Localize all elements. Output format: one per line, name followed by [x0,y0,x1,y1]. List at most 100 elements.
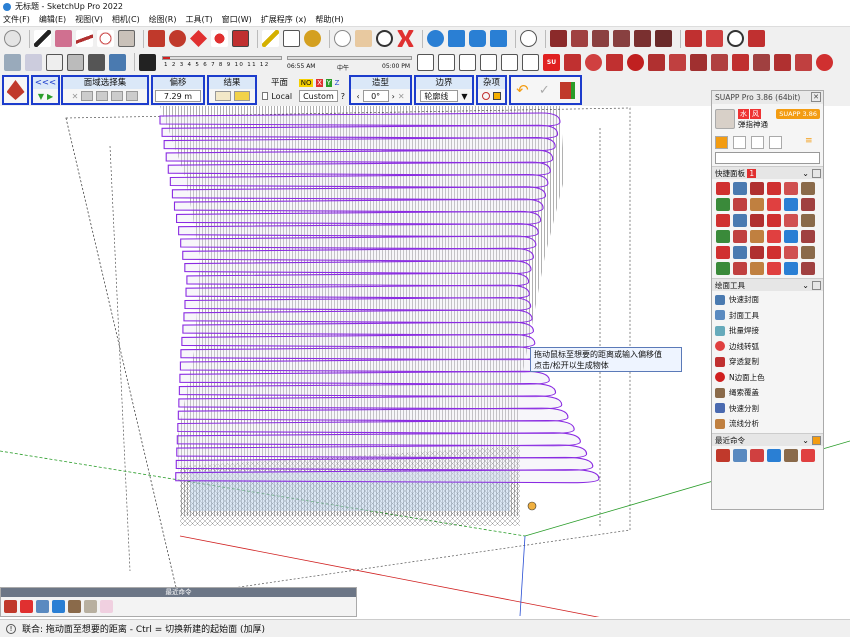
suapp-plugin-icon[interactable] [606,53,623,71]
plane-custom-button[interactable]: Custom [299,90,338,102]
magnet-icon[interactable] [627,53,644,71]
menu-help[interactable]: 帮助(H) [315,14,343,25]
arc-icon[interactable] [97,30,114,47]
shadows-icon[interactable] [139,53,156,71]
recent-rope-icon[interactable] [68,600,81,613]
left-view-icon[interactable] [655,30,672,47]
eraser-icon[interactable] [55,30,72,47]
recent-misc-icon[interactable] [801,448,815,462]
section-cuts-icon[interactable] [459,53,476,71]
quick-tool-icon[interactable] [767,198,781,211]
quick-tool-icon[interactable] [733,214,747,227]
rectangle-icon[interactable] [118,30,135,47]
suapp-toggle-icon[interactable] [564,53,581,71]
nav-back-button[interactable]: <<< [33,77,58,89]
quick-tool-icon[interactable] [750,182,764,195]
suapp-tool-b-icon[interactable] [669,53,686,71]
push-pull-icon[interactable] [148,30,165,47]
front-view-icon[interactable] [592,30,609,47]
group-icon[interactable] [522,53,539,71]
quick-tool-icon[interactable] [767,214,781,227]
recent-mesh-icon[interactable] [84,600,97,613]
info-icon[interactable]: ! [6,623,16,634]
quick-tool-icon[interactable] [750,214,764,227]
month-slider[interactable] [162,56,282,60]
nav-play-icon[interactable]: ▶ [47,92,53,101]
tool-rope-cover[interactable]: 绳索覆盖 [715,385,820,401]
back-view-icon[interactable] [634,30,651,47]
quick-tool-icon[interactable] [784,230,798,243]
home-icon[interactable] [480,53,497,71]
chevron-down-icon[interactable]: ⌄ [802,279,809,292]
quick-tool-icon[interactable] [750,230,764,243]
iso-view-icon[interactable] [571,30,588,47]
expand-icon[interactable] [812,169,821,178]
settings-tab-icon[interactable] [733,135,746,149]
xray-style-icon[interactable] [4,53,21,71]
quick-tool-icon[interactable] [716,246,730,259]
user-account-icon[interactable] [520,30,537,47]
right-view-icon[interactable] [613,30,630,47]
tool-quick-cover[interactable]: 快速封面 [715,292,820,308]
plane-help-button[interactable]: ? [341,92,345,101]
quick-tool-icon[interactable] [784,262,798,275]
menu-view[interactable]: 视图(V) [75,14,103,25]
quick-tool-icon[interactable] [716,230,730,243]
quick-tool-icon[interactable] [750,246,764,259]
extension-warehouse-icon[interactable] [469,30,486,47]
tool-cover[interactable]: 封面工具 [715,308,820,324]
quick-tool-icon[interactable] [784,182,798,195]
suapp-search-input[interactable] [715,152,820,164]
follow-me-icon[interactable] [169,30,186,47]
wireframe-icon[interactable] [46,53,63,71]
back-edges-icon[interactable] [25,53,42,71]
next-view-icon[interactable] [706,30,723,47]
shaded-icon[interactable] [88,53,105,71]
3d-warehouse-icon[interactable] [448,30,465,47]
plane-x-button[interactable]: X [316,79,323,87]
menu-draw[interactable]: 绘图(R) [149,14,177,25]
chevron-down-icon[interactable]: ⌄ [802,434,809,447]
recent-rope-icon[interactable] [784,448,798,462]
menu-icon[interactable]: ≡ [805,136,818,149]
menu-edit[interactable]: 编辑(E) [39,14,66,25]
move-icon[interactable] [190,30,207,47]
quick-panel-header[interactable]: 快捷面板 1 ⌄ [712,166,823,179]
component-icon[interactable] [501,53,518,71]
rotate-icon[interactable] [211,30,228,47]
pan-icon[interactable] [355,30,372,47]
zoom-window-icon[interactable] [397,30,414,47]
local-checkbox[interactable] [262,92,269,100]
recent-tool-icon[interactable] [750,448,764,462]
select-face-icon[interactable] [81,91,94,101]
quick-tool-icon[interactable] [801,230,815,243]
suapp-tool-c-icon[interactable] [690,53,707,71]
text-icon[interactable] [283,30,300,47]
suapp-tool-d-icon[interactable] [711,53,728,71]
shape-angle-input[interactable]: 0° [362,90,389,102]
quick-tool-icon[interactable] [801,246,815,259]
expand-icon[interactable] [812,281,821,290]
suapp-settings-icon[interactable] [585,53,602,71]
draw-tools-header[interactable]: 绘面工具 ⌄ [712,278,823,291]
display-section-icon[interactable] [438,53,455,71]
shape-clear-icon[interactable]: ✕ [398,92,405,101]
quick-tool-icon[interactable] [767,262,781,275]
plane-y-button[interactable]: Y [325,79,332,87]
suapp-tool-a-icon[interactable] [648,53,665,71]
chevron-down-icon[interactable]: ▼ [461,92,467,101]
quick-tool-icon[interactable] [801,262,815,275]
quick-tool-icon[interactable] [767,246,781,259]
menu-extensions[interactable]: 扩展程序 (x) [261,14,307,25]
suapp-tool-e-icon[interactable] [732,53,749,71]
suapp-tool-g-icon[interactable] [774,53,791,71]
version-badge[interactable]: SUAPP 3.86 [776,109,820,119]
tool-ngon-color[interactable]: N边面上色 [715,370,820,386]
suapp-tool-f-icon[interactable] [753,53,770,71]
previous-view-icon[interactable] [685,30,702,47]
tape-measure-icon[interactable] [262,30,279,47]
home-tab-icon[interactable] [715,135,728,149]
section-plane-icon[interactable] [417,53,434,71]
quick-tool-icon[interactable] [716,214,730,227]
quick-tool-icon[interactable] [733,182,747,195]
